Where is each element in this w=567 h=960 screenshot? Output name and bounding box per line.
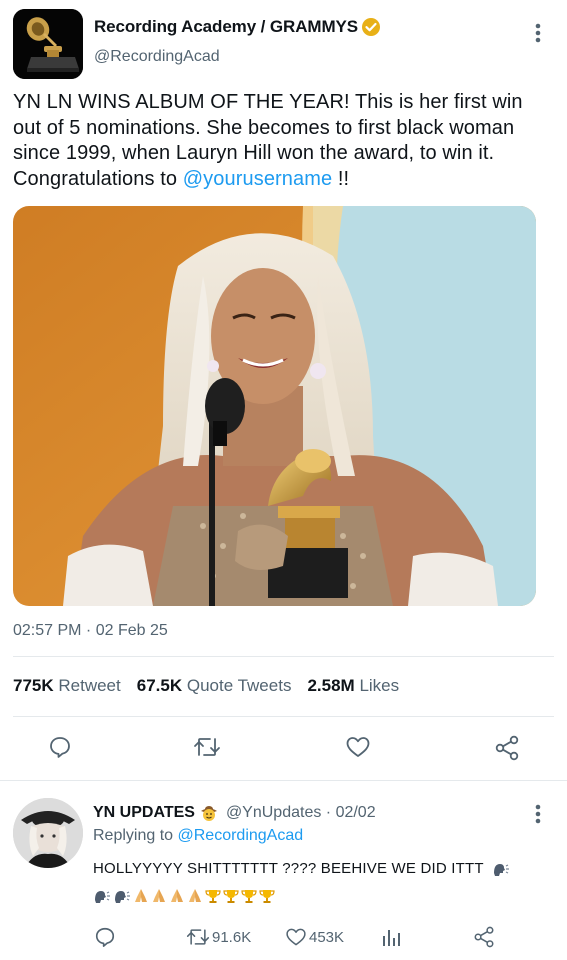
tweet-photo[interactable] [13, 206, 536, 606]
reply-retweet-count: 91.6K [212, 928, 252, 946]
reply-reply-button[interactable] [94, 926, 116, 948]
share-icon [474, 926, 494, 948]
tweet-text: YN LN WINS ALBUM OF THE YEAR! This is he… [13, 90, 553, 192]
replying-to-link[interactable]: @RecordingAcad [178, 827, 304, 844]
reply-emoji-row [93, 888, 275, 904]
tweet-timestamp[interactable]: 02:57 PM · 02 Feb 25 [13, 622, 168, 640]
tweet-stats: 775K Retweet 67.5K Quote Tweets 2.58M Li… [13, 676, 415, 696]
reply-icon[interactable] [48, 735, 72, 759]
reply-avatar[interactable] [13, 798, 83, 868]
divider [13, 716, 554, 717]
reply-like-button[interactable]: 453K [285, 926, 344, 948]
author-avatar[interactable] [13, 9, 83, 79]
reply-icon [95, 927, 115, 947]
quote-count[interactable]: 67.5K Quote Tweets [137, 676, 292, 696]
folded-hands-emoji-icon [169, 888, 185, 904]
divider [13, 656, 554, 657]
share-icon[interactable] [494, 735, 520, 761]
trophy-emoji-icon [259, 888, 275, 904]
retweet-count[interactable]: 775K Retweet [13, 676, 121, 696]
replying-to: Replying to @RecordingAcad [93, 827, 303, 845]
divider [0, 780, 567, 781]
grammy-trophy-icon [13, 9, 83, 79]
like-count[interactable]: 2.58M Likes [307, 676, 399, 696]
more-options-icon[interactable] [533, 803, 543, 825]
retweet-icon[interactable] [193, 735, 221, 759]
cowboy-emoji-icon [200, 804, 218, 822]
reply-author-name[interactable]: YN UPDATES [93, 804, 195, 822]
like-icon[interactable] [345, 735, 371, 759]
speaking-head-emoji-icon [492, 861, 510, 877]
reply-text-body: HOLLYYYYY SHITTTTTTT ???? BEEHIVE WE DID… [93, 860, 484, 877]
reply-header: YN UPDATES @YnUpdates · 02/02 [93, 804, 376, 822]
analytics-icon [383, 930, 400, 946]
speaking-head-emoji-icon [93, 888, 111, 904]
folded-hands-emoji-icon [151, 888, 167, 904]
folded-hands-emoji-icon [187, 888, 203, 904]
trophy-emoji-icon [205, 888, 221, 904]
reply-share-button[interactable] [473, 926, 495, 948]
folded-hands-emoji-icon [133, 888, 149, 904]
reply-retweet-button[interactable]: 91.6K [186, 926, 251, 948]
speaking-head-emoji-icon [113, 888, 131, 904]
author-block: Recording Academy / GRAMMYS @RecordingAc… [94, 17, 381, 66]
replying-prefix: Replying to [93, 827, 178, 844]
verified-badge-icon [362, 18, 380, 36]
trophy-emoji-icon [223, 888, 239, 904]
author-name[interactable]: Recording Academy / GRAMMYS [94, 17, 358, 37]
mention-link[interactable]: @yourusername [183, 168, 332, 190]
more-options-icon[interactable] [533, 22, 543, 44]
reply-analytics-button[interactable] [381, 926, 401, 948]
reply-text: HOLLYYYYY SHITTTTTTT ???? BEEHIVE WE DID… [93, 860, 510, 877]
like-icon [286, 928, 306, 946]
author-handle[interactable]: @RecordingAcad [94, 48, 381, 66]
retweet-icon [186, 929, 210, 945]
reply-like-count: 453K [309, 928, 345, 946]
reply-handle-date[interactable]: @YnUpdates · 02/02 [226, 804, 376, 822]
tweet-text-tail: !! [332, 167, 350, 190]
trophy-emoji-icon [241, 888, 257, 904]
